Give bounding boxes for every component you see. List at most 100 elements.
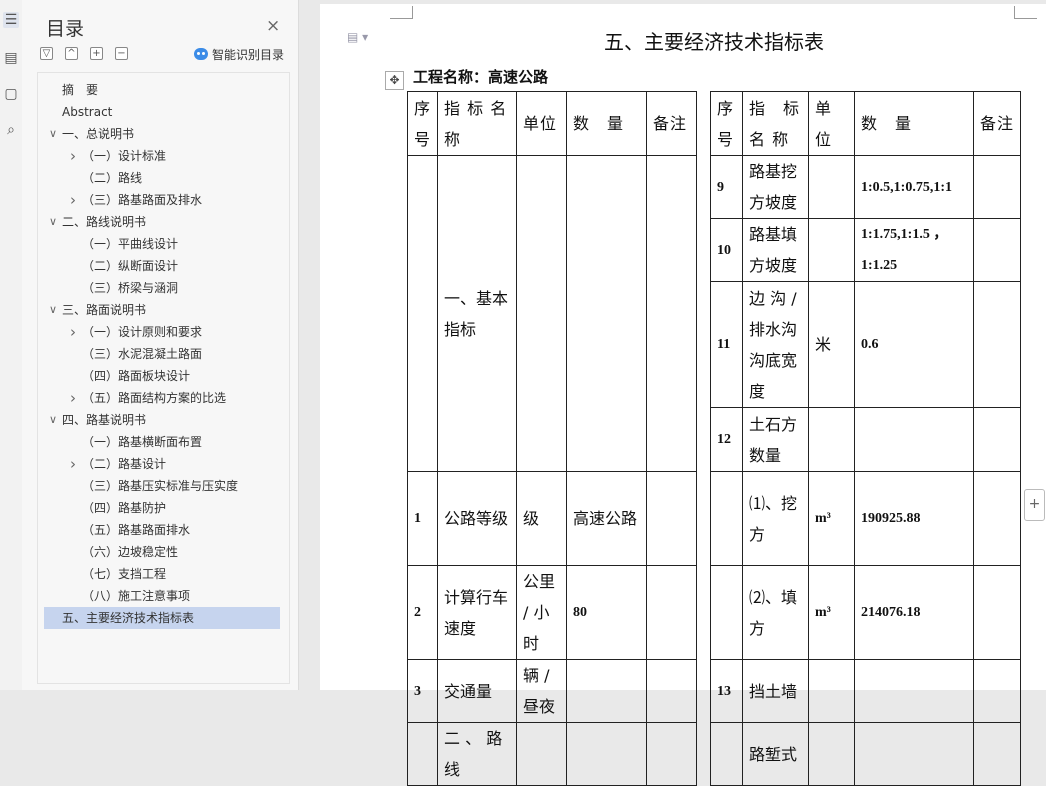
toc-item[interactable]: 摘 要 <box>38 79 289 101</box>
toc-item[interactable]: （三）路基压实标准与压实度 <box>38 475 289 497</box>
cell-indicator-name: ⑴、挖方 <box>742 471 810 566</box>
table-spacer <box>696 659 712 723</box>
toc-item[interactable]: （四）路基防护 <box>38 497 289 519</box>
toc-item[interactable]: ∨ 一、总说明书 <box>38 123 289 145</box>
cell-unit: 公里 / 小时 <box>516 565 568 660</box>
toc-item-label: 三、路面说明书 <box>62 303 147 317</box>
chevron-right-icon[interactable]: › <box>68 453 78 475</box>
sidebar-rail: ☰ ▤ ▢ ⌕ <box>0 0 23 690</box>
chevron-right-icon[interactable]: › <box>68 189 78 211</box>
cell-indicator-name: 路基填方坡度 <box>742 218 810 282</box>
cell-indicator-name: 路堑式 <box>742 722 810 786</box>
ai-icon <box>194 48 208 60</box>
chevron-right-icon[interactable]: › <box>68 145 78 167</box>
toc-item[interactable]: （一）平曲线设计 <box>38 233 289 255</box>
toc-item-label: （四）路面板块设计 <box>82 369 191 383</box>
toc-item[interactable]: 五、主要经济技术指标表 <box>44 607 280 629</box>
table-header-cell: 备注 <box>973 91 1022 156</box>
toc-item-label: 二、路线说明书 <box>62 215 147 229</box>
toc-item[interactable]: （四）路面板块设计 <box>38 365 289 387</box>
smart-toc-button[interactable]: 智能识别目录 <box>194 46 284 63</box>
toc-item[interactable]: （五）路基路面排水 <box>38 519 289 541</box>
menu-icon[interactable]: ☰ <box>3 12 19 28</box>
cell-note <box>973 722 1022 786</box>
toc-item[interactable]: （八）施工注意事项 <box>38 585 289 607</box>
find-icon[interactable]: ⌕ <box>3 122 19 138</box>
add-item-icon[interactable]: + <box>90 47 103 60</box>
toc-item-label: （六）边坡稳定性 <box>82 545 179 559</box>
page-corner-mark <box>1014 6 1037 19</box>
toc-item-label: 五、主要经济技术指标表 <box>62 611 195 625</box>
table-header-cell: 数 量 <box>854 91 975 156</box>
cell-unit: 米 <box>808 281 856 408</box>
table-spacer <box>696 91 712 156</box>
toc-item-label: （三）水泥混凝土路面 <box>82 347 203 361</box>
cell-quantity <box>854 722 975 786</box>
cell-indicator-name: 挡土墙 <box>742 659 810 723</box>
toc-item-label: （三）路基压实标准与压实度 <box>82 479 239 493</box>
cell-note <box>646 155 698 472</box>
cell-note <box>973 218 1022 282</box>
table-row: 3 交通量辆 / 昼夜 13 挡土墙 <box>406 659 1022 723</box>
chevron-down-icon[interactable]: ∨ <box>48 211 58 233</box>
add-page-button[interactable]: + <box>1024 489 1045 521</box>
toc-item-label: （二）路基设计 <box>82 457 167 471</box>
toc-item[interactable]: （六）边坡稳定性 <box>38 541 289 563</box>
toc-item[interactable]: （二）路线 <box>38 167 289 189</box>
toc-item[interactable]: Abstract <box>38 101 289 123</box>
cell-note <box>973 407 1022 472</box>
cell-quantity: 0.6 <box>854 281 975 408</box>
cell-note <box>973 659 1022 723</box>
toc-item[interactable]: ∨ 三、路面说明书 <box>38 299 289 321</box>
toc-item[interactable]: （七）支挡工程 <box>38 563 289 585</box>
indicator-table: 序号指 标 名 称单位数 量备注 序号指 标 名 称单位数 量备注 一、基本指标 9 路… <box>406 91 1022 786</box>
toc-item[interactable]: ∨ 二、路线说明书 <box>38 211 289 233</box>
toc-item-label: （一）平曲线设计 <box>82 237 179 251</box>
table-header-cell: 指 标 名 称 <box>742 91 810 156</box>
expand-up-icon[interactable]: ^ <box>65 47 78 60</box>
toc-item[interactable]: （三）桥梁与涵洞 <box>38 277 289 299</box>
table-spacer <box>696 281 712 408</box>
cell-serial <box>710 471 744 566</box>
cell-indicator-name: 公路等级 <box>437 471 518 566</box>
cell-serial <box>406 722 439 786</box>
cell-unit: 辆 / 昼夜 <box>516 659 568 723</box>
toc-item-label: （八）施工注意事项 <box>82 589 191 603</box>
toc-item-label: 一、总说明书 <box>62 127 135 141</box>
toc-title: 目录 <box>46 18 85 40</box>
chevron-right-icon[interactable]: › <box>68 321 78 343</box>
cell-unit <box>808 407 856 472</box>
toc-item[interactable]: （一）路基横断面布置 <box>38 431 289 453</box>
cell-indicator-name: 二 、 路线 <box>437 722 518 786</box>
toc-item-label: 四、路基说明书 <box>62 413 147 427</box>
cell-note <box>973 281 1022 408</box>
chevron-right-icon[interactable]: › <box>68 387 78 409</box>
chevron-down-icon[interactable]: ∨ <box>48 123 58 145</box>
outline-icon[interactable]: ▤ <box>3 50 19 66</box>
collapse-all-icon[interactable]: ▽ <box>40 47 53 60</box>
toc-item[interactable]: › （三）路基路面及排水 <box>38 189 289 211</box>
cell-unit <box>808 218 856 282</box>
table-row: 一、基本指标 9 路基挖方坡度 1:0.5,1:0.75,1:1 <box>406 155 1022 472</box>
bookmark-icon[interactable]: ▢ <box>3 86 19 102</box>
toc-item[interactable]: （三）水泥混凝土路面 <box>38 343 289 365</box>
document-icon[interactable]: ▤ ▾ <box>347 30 368 44</box>
toc-item-label: （五）路基路面排水 <box>82 523 191 537</box>
table-move-icon[interactable]: ✥ <box>385 71 404 90</box>
toc-item[interactable]: ∨ 四、路基说明书 <box>38 409 289 431</box>
cell-unit: 级 <box>516 471 568 566</box>
close-icon[interactable]: × <box>266 16 280 36</box>
cell-note <box>973 565 1022 660</box>
table-header-cell: 单位 <box>516 91 568 156</box>
toc-item[interactable]: › （一）设计原则和要求 <box>38 321 289 343</box>
toc-item[interactable]: › （二）路基设计 <box>38 453 289 475</box>
toc-item-label: Abstract <box>62 105 113 119</box>
chevron-down-icon[interactable]: ∨ <box>48 299 58 321</box>
remove-item-icon[interactable]: − <box>115 47 128 60</box>
table-header-cell: 数 量 <box>566 91 648 156</box>
document-title: 五、主要经济技术指标表 <box>604 30 824 54</box>
toc-item[interactable]: › （五）路面结构方案的比选 <box>38 387 289 409</box>
toc-item[interactable]: （二）纵断面设计 <box>38 255 289 277</box>
chevron-down-icon[interactable]: ∨ <box>48 409 58 431</box>
toc-item[interactable]: › （一）设计标准 <box>38 145 289 167</box>
